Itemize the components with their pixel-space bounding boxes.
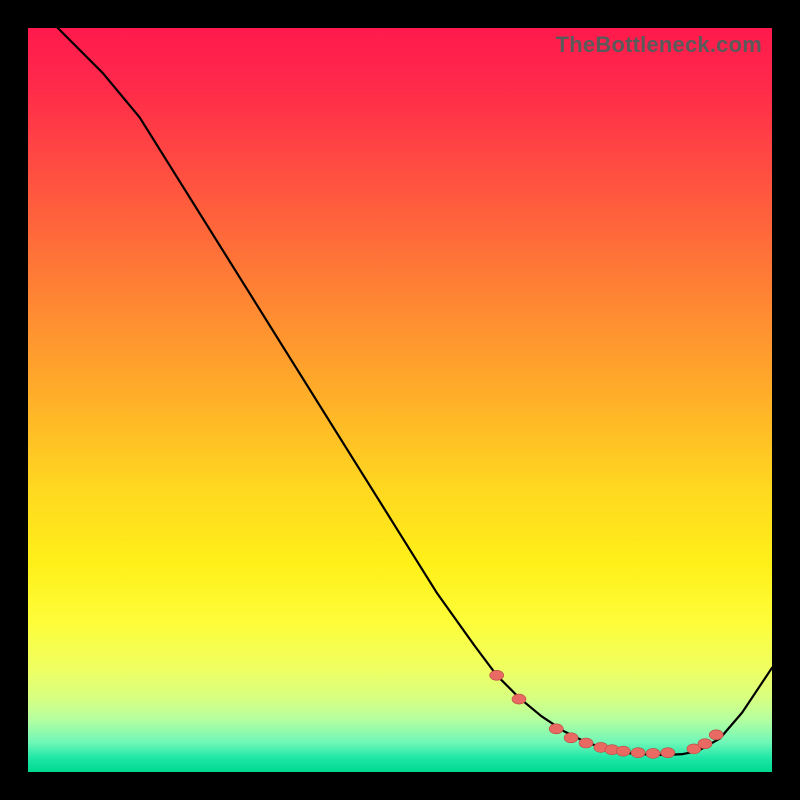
chart-dot (549, 724, 563, 734)
chart-dot (709, 730, 723, 740)
chart-dot (512, 694, 526, 704)
chart-dot (564, 733, 578, 743)
chart-plot-area: TheBottleneck.com (28, 28, 772, 772)
chart-dot (490, 670, 504, 680)
chart-dot (698, 739, 712, 749)
chart-dot (616, 746, 630, 756)
chart-dot (631, 748, 645, 758)
chart-dot (646, 748, 660, 758)
chart-dot (661, 748, 675, 758)
chart-dot (579, 738, 593, 748)
chart-line (58, 28, 772, 755)
chart-dots-group (490, 670, 724, 758)
chart-stage: TheBottleneck.com (0, 0, 800, 800)
chart-svg (28, 28, 772, 772)
